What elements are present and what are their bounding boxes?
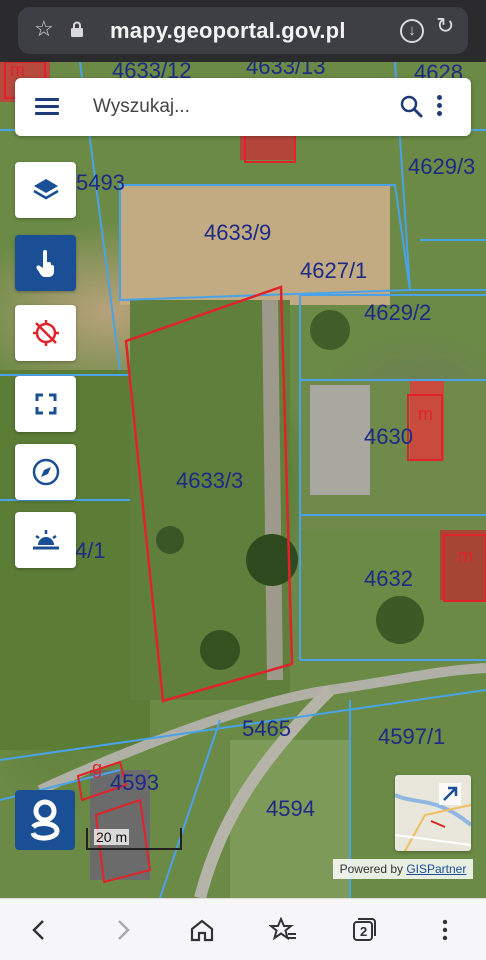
more-vert-icon [442, 919, 448, 941]
browser-bottom-nav: 2 [0, 898, 486, 960]
attribution-prefix: Powered by [339, 862, 407, 876]
address-bar[interactable]: ☆ mapy.geoportal.gov.pl ↓ ↻ [18, 7, 468, 54]
tab-count: 2 [360, 924, 368, 939]
sunrise-icon [32, 530, 59, 550]
compass-button[interactable] [15, 444, 76, 500]
parcel-label: 4594 [266, 796, 315, 821]
gispartner-link[interactable]: GISPartner [406, 862, 466, 876]
parcel-label: 4633/9 [204, 220, 272, 245]
overview-minimap[interactable] [395, 775, 471, 851]
url-text: mapy.geoportal.gov.pl [110, 18, 346, 43]
more-vert-icon[interactable] [437, 95, 443, 119]
search-icon[interactable] [399, 94, 423, 118]
parcel-label: 4/1 [75, 538, 106, 563]
tabs-button[interactable]: 2 [347, 913, 381, 947]
browser-menu-button[interactable] [428, 913, 462, 947]
bookmarks-button[interactable] [266, 913, 300, 947]
parcel-label: 4627/1 [300, 258, 368, 283]
compass-icon [32, 458, 59, 486]
search-input[interactable] [93, 92, 383, 122]
minimap-drawing [395, 783, 471, 851]
layers-icon [32, 179, 59, 200]
fullscreen-button[interactable] [15, 376, 76, 432]
tree [200, 630, 240, 670]
gps-button[interactable] [15, 305, 76, 361]
gps-off-icon [32, 320, 59, 346]
geoportal-g-icon [30, 799, 60, 841]
parcel-label: 4630 [364, 424, 413, 449]
lock-icon [71, 21, 83, 37]
home-button[interactable] [185, 913, 219, 947]
home-icon [190, 919, 214, 942]
building-mark: m [418, 404, 433, 424]
tree [156, 526, 184, 554]
attribution: Powered by GISPartner [333, 859, 473, 879]
menu-icon[interactable] [35, 98, 59, 116]
parcel-label: 4597/1 [378, 724, 446, 749]
parcel-label: 4629/2 [364, 300, 432, 325]
forward-button[interactable] [106, 913, 140, 947]
parcel-label: 4629/3 [408, 154, 476, 179]
tree [310, 310, 350, 350]
tree [376, 596, 424, 644]
parcel-label: 5465 [242, 716, 291, 741]
layers-button[interactable] [15, 162, 76, 218]
fullscreen-icon [35, 393, 56, 415]
building-mark: g [92, 758, 103, 778]
parcel-label: 4593 [110, 770, 159, 795]
download-icon[interactable]: ↓ [400, 19, 424, 43]
building-mark: m [458, 546, 473, 566]
parcel-label: 4632 [364, 566, 413, 591]
browser-toolbar: ☆ mapy.geoportal.gov.pl ↓ ↻ [0, 0, 486, 62]
tap-hand-icon [35, 250, 54, 277]
sun-position-button[interactable] [15, 512, 76, 568]
scale-bar: 20 m [86, 828, 182, 850]
star-list-icon [269, 917, 296, 941]
parcel-label-selected: 4633/3 [176, 468, 244, 493]
driveway [310, 385, 370, 495]
bookmark-star-icon[interactable]: ☆ [34, 18, 54, 40]
scale-label: 20 m [94, 829, 130, 845]
access-road [262, 299, 283, 681]
chevron-left-icon [32, 920, 44, 940]
geoportal-logo-button[interactable] [15, 790, 75, 850]
reload-icon[interactable]: ↻ [436, 15, 454, 37]
back-button[interactable] [22, 913, 56, 947]
identify-button[interactable] [15, 235, 76, 291]
parcel-label: 5493 [76, 170, 125, 195]
search-bar [15, 78, 471, 136]
chevron-right-icon [118, 920, 130, 940]
